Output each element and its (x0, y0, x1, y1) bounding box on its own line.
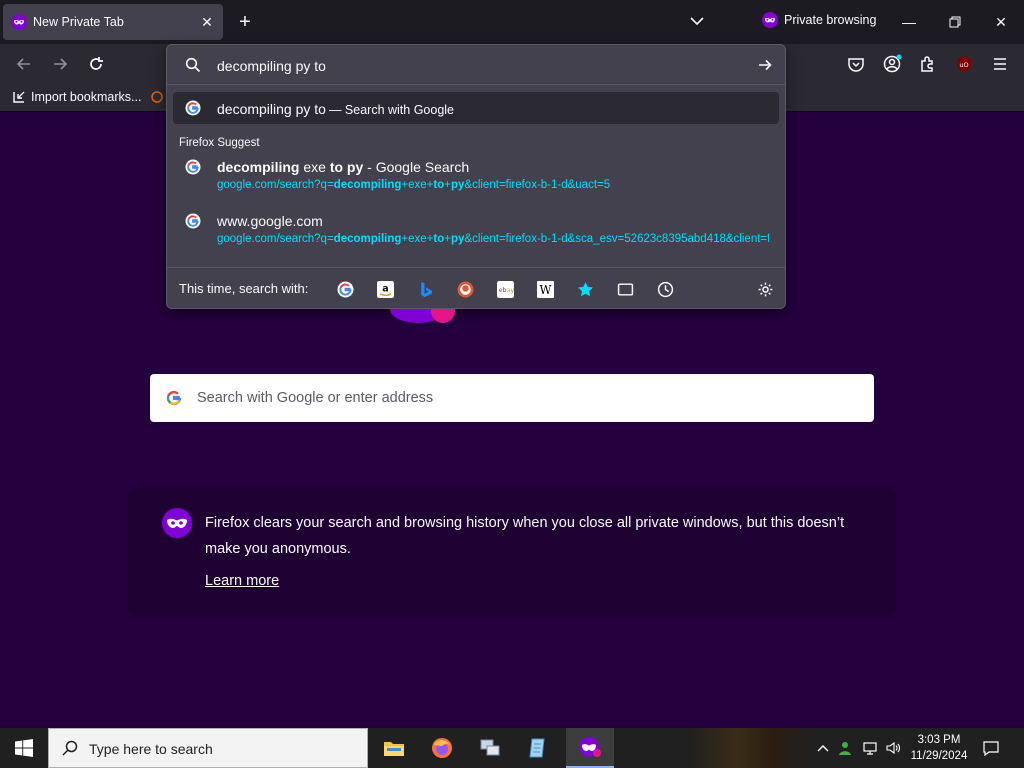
user-status-icon[interactable] (836, 738, 856, 758)
learn-more-link[interactable]: Learn more (205, 573, 279, 589)
suggestion-row[interactable]: decompiling exe to py - Google Search go… (173, 155, 779, 201)
file-explorer-icon[interactable] (370, 728, 418, 768)
tab-new-private[interactable]: New Private Tab ✕ (3, 4, 223, 40)
firefox-suggest-label: Firefox Suggest (179, 137, 260, 149)
private-browsing-indicator: Private browsing (762, 12, 876, 28)
restore-icon (949, 16, 961, 28)
close-window-button[interactable]: ✕ (978, 0, 1024, 44)
google-icon (166, 390, 182, 406)
private-info-text: Firefox clears your search and browsing … (205, 515, 845, 557)
private-info-card: Firefox clears your search and browsing … (128, 488, 896, 616)
firefox-icon[interactable] (418, 728, 466, 768)
import-bookmarks-label: Import bookmarks... (31, 90, 142, 104)
private-mask-icon (762, 12, 778, 28)
google-icon (185, 100, 201, 116)
suggestion-row[interactable]: www.google.com google.com/search?q=decom… (173, 209, 779, 255)
restore-button[interactable] (932, 0, 978, 44)
windows-taskbar: Type here to search 3:03 PM 11/29/2024 (0, 728, 1024, 768)
taskbar-search-placeholder: Type here to search (89, 741, 213, 757)
svg-text:uO: uO (959, 61, 968, 69)
search-icon (62, 740, 78, 756)
minimize-button[interactable]: — (886, 0, 932, 44)
back-icon[interactable] (14, 54, 34, 74)
account-icon[interactable] (882, 54, 902, 74)
heuristic-search-result[interactable]: decompiling py to — Search with Google (173, 92, 779, 124)
desktop-wallpaper-peek (690, 728, 810, 768)
forward-icon[interactable] (50, 54, 70, 74)
notifications-icon[interactable] (981, 738, 1001, 758)
new-tab-button[interactable]: + (234, 8, 256, 36)
ublock-origin-icon[interactable]: uO (954, 54, 974, 74)
content-search-box[interactable]: Search with Google or enter address (150, 374, 874, 422)
clock-time: 3:03 PM (917, 734, 961, 746)
ebay-icon[interactable]: ebay (495, 279, 515, 299)
private-mask-icon (11, 14, 27, 30)
close-tab-icon[interactable]: ✕ (199, 14, 215, 31)
network-app-icon[interactable] (466, 728, 514, 768)
import-bookmarks-button[interactable]: Import bookmarks... (12, 90, 141, 104)
duckduckgo-icon[interactable] (455, 279, 475, 299)
svg-text:ebay: ebay (498, 286, 513, 294)
one-off-label: This time, search with: (179, 281, 309, 296)
pocket-icon[interactable] (846, 54, 866, 74)
search-icon (185, 57, 201, 73)
bing-icon[interactable] (415, 279, 435, 299)
tab-strip: New Private Tab ✕ + Private browsing — ✕ (0, 0, 1024, 44)
extensions-icon[interactable] (918, 54, 938, 74)
tabs-icon[interactable] (615, 279, 635, 299)
bookmarks-icon[interactable] (575, 279, 595, 299)
reload-icon[interactable] (86, 54, 106, 74)
suggestion-url: google.com/search?q=decompiling+exe+to+p… (217, 179, 611, 191)
menu-icon[interactable] (990, 54, 1010, 74)
private-browsing-logo (390, 309, 455, 323)
network-icon[interactable] (860, 738, 880, 758)
start-button[interactable] (0, 728, 48, 768)
tab-title: New Private Tab (33, 15, 124, 29)
history-icon[interactable] (655, 279, 675, 299)
bookmark-favicon-icon[interactable] (150, 90, 164, 104)
volume-icon[interactable] (883, 738, 903, 758)
import-icon (13, 91, 25, 103)
notepad-app-icon[interactable] (514, 728, 562, 768)
heuristic-query: decompiling py to (217, 101, 326, 117)
urlbar-input-row[interactable]: decompiling py to (167, 45, 785, 85)
svg-text:W: W (539, 282, 551, 296)
windows-logo-icon (15, 739, 33, 757)
suggestion-title: decompiling exe to py - Google Search (217, 159, 470, 175)
svg-text:a: a (382, 283, 388, 294)
amazon-icon[interactable]: a (375, 279, 395, 299)
one-off-search-bar: This time, search with: a ebay W (167, 267, 785, 309)
suggestion-url: google.com/search?q=decompiling+exe+to+p… (217, 233, 769, 245)
content-search-placeholder: Search with Google or enter address (197, 390, 434, 406)
settings-icon[interactable] (755, 279, 775, 299)
google-icon (185, 159, 201, 175)
private-mask-icon (162, 508, 192, 538)
show-hidden-icons-icon[interactable] (813, 738, 833, 758)
private-browsing-label: Private browsing (784, 13, 877, 27)
firefox-private-icon[interactable] (566, 728, 614, 768)
suggestion-title: www.google.com (217, 213, 323, 229)
go-arrow-icon[interactable] (757, 57, 773, 73)
clock-date: 11/29/2024 (910, 750, 968, 762)
wikipedia-icon[interactable]: W (535, 279, 555, 299)
taskbar-search[interactable]: Type here to search (48, 728, 368, 768)
google-icon (185, 213, 201, 229)
list-all-tabs-icon[interactable] (688, 12, 706, 30)
urlbar-popup: decompiling py to decompiling py to — Sea… (166, 44, 786, 309)
urlbar-input[interactable]: decompiling py to (217, 58, 326, 74)
taskbar-clock[interactable]: 3:03 PM 11/29/2024 (904, 732, 974, 764)
heuristic-action: — Search with Google (328, 103, 455, 117)
google-icon[interactable] (335, 279, 355, 299)
